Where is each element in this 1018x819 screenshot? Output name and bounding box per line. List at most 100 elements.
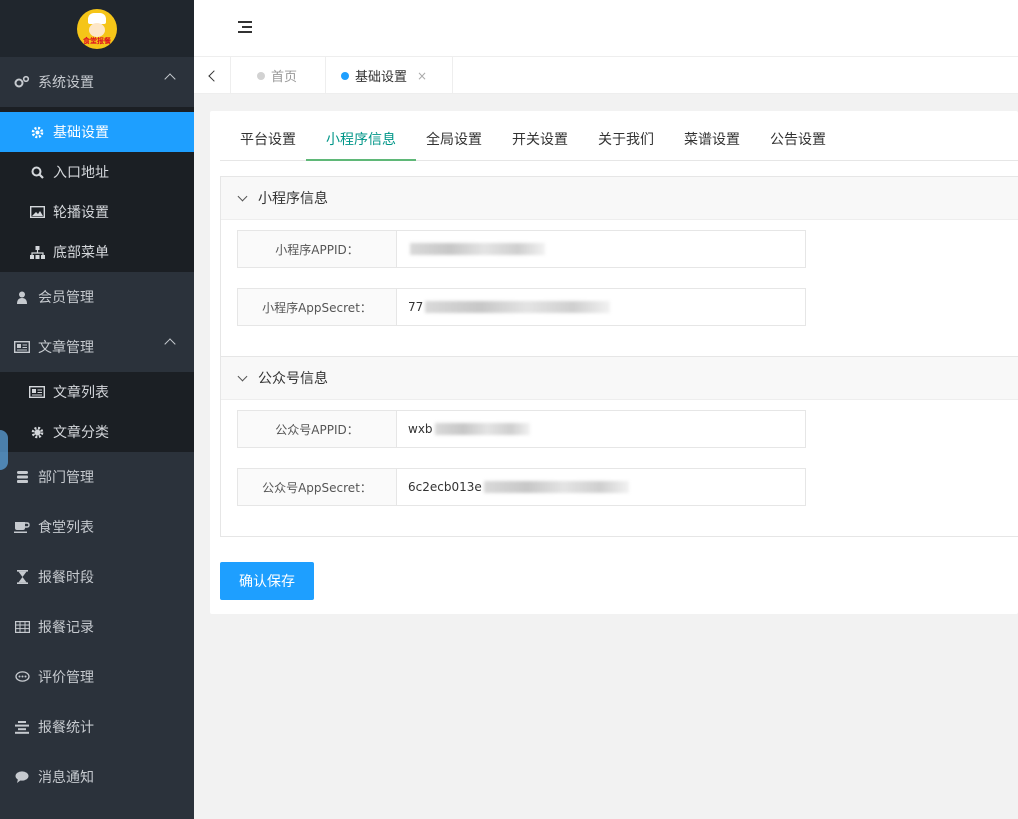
newspaper-icon	[14, 339, 30, 355]
input-value: 6c2ecb013e	[408, 480, 482, 494]
sidebar-item-article-management[interactable]: 文章管理	[0, 322, 194, 372]
sidebar-item-label: 食堂列表	[38, 520, 94, 536]
logo-area: 食堂报餐	[0, 0, 194, 57]
sidebar-item-label: 评价管理	[38, 670, 94, 686]
miniprogram-secret-input[interactable]: 77	[397, 288, 806, 326]
sidebar-item-entry-address[interactable]: 入口地址	[0, 152, 194, 192]
coffee-icon	[14, 519, 30, 535]
sidebar-item-member-management[interactable]: 会员管理	[0, 272, 194, 322]
settings-card: 平台设置 小程序信息 全局设置 开关设置 关于我们 菜谱设置 公告设置 小程序信…	[210, 111, 1018, 614]
sidebar-item-label: 入口地址	[53, 165, 109, 181]
tab-platform-settings[interactable]: 平台设置	[220, 121, 316, 161]
redacted-mask	[410, 243, 545, 255]
tab-notice-settings[interactable]: 公告设置	[750, 121, 846, 161]
sidebar-item-label: 报餐时段	[38, 570, 94, 586]
sidebar-item-meal-statistics[interactable]: 报餐统计	[0, 702, 194, 752]
sidebar-item-label: 消息通知	[38, 770, 94, 786]
tab-miniprogram-info[interactable]: 小程序信息	[306, 121, 416, 161]
top-header	[194, 0, 1018, 57]
sidebar-item-canteen-list[interactable]: 食堂列表	[0, 502, 194, 552]
sidebar-item-meal-records[interactable]: 报餐记录	[0, 602, 194, 652]
chevron-down-icon	[237, 191, 248, 201]
miniprogram-section-header[interactable]: 小程序信息	[221, 177, 1018, 220]
close-icon[interactable]: ×	[417, 69, 427, 83]
chef-face	[89, 22, 105, 37]
image-icon	[29, 204, 45, 220]
redacted-mask	[434, 423, 530, 435]
miniprogram-appid-label: 小程序APPID：	[237, 230, 397, 268]
confirm-save-button[interactable]: 确认保存	[220, 562, 314, 600]
tab-about-us[interactable]: 关于我们	[578, 121, 674, 161]
sidebar-item-basic-settings[interactable]: 基础设置	[0, 112, 194, 152]
tabs-prev-button[interactable]	[194, 57, 231, 94]
sidebar-item-meal-period[interactable]: 报餐时段	[0, 552, 194, 602]
official-secret-label: 公众号AppSecret：	[237, 468, 397, 506]
official-section-header[interactable]: 公众号信息	[221, 357, 1018, 400]
sidebar-item-label: 部门管理	[38, 470, 94, 486]
sidebar-item-label: 文章分类	[53, 425, 109, 441]
tab-global-settings[interactable]: 全局设置	[406, 121, 502, 161]
tab-menu-settings[interactable]: 菜谱设置	[664, 121, 760, 161]
chef-hat	[88, 12, 106, 24]
sidebar-item-bottom-menu[interactable]: 底部菜单	[0, 232, 194, 272]
chevron-up-icon	[164, 73, 176, 85]
table-icon	[14, 619, 30, 635]
official-appid-input[interactable]: wxb	[397, 410, 806, 448]
redacted-mask	[425, 301, 611, 313]
chevron-down-icon	[237, 371, 248, 381]
sidebar-item-label: 基础设置	[53, 125, 109, 141]
miniprogram-appid-input[interactable]	[397, 230, 806, 268]
sidebar-item-system-settings[interactable]: 系统设置	[0, 57, 194, 107]
miniprogram-section: 小程序信息 小程序APPID： 小程序AppSecret： 77	[220, 176, 1018, 356]
align-center-icon	[14, 719, 30, 735]
sidebar: 食堂报餐 系统设置 基础设置 入口地址 轮播设置 底部菜单 会员管理 文章管理 …	[0, 0, 194, 819]
official-secret-row: 公众号AppSecret： 6c2ecb013e	[237, 468, 806, 506]
sitemap-icon	[29, 244, 45, 260]
cog-icon	[29, 424, 45, 440]
sidebar-item-label: 报餐统计	[38, 720, 94, 736]
sidebar-item-notifications[interactable]: 消息通知	[0, 752, 194, 802]
comment-icon	[14, 769, 30, 785]
tab-switch-settings[interactable]: 开关设置	[492, 121, 588, 161]
official-appid-row: 公众号APPID： wxb	[237, 410, 806, 448]
database-icon	[14, 469, 30, 485]
sidebar-item-department-management[interactable]: 部门管理	[0, 452, 194, 502]
hourglass-icon	[14, 569, 30, 585]
user-icon	[14, 289, 30, 305]
sidebar-item-article-list[interactable]: 文章列表	[0, 372, 194, 412]
miniprogram-secret-label: 小程序AppSecret：	[237, 288, 397, 326]
official-account-section: 公众号信息 公众号APPID： wxb 公众号AppSecret： 6c2ecb…	[220, 356, 1018, 537]
submenu-article-management: 文章列表 文章分类	[0, 372, 194, 452]
tab-dot-icon	[257, 71, 265, 80]
sidebar-item-review-management[interactable]: 评价管理	[0, 652, 194, 702]
section-title: 小程序信息	[258, 191, 328, 207]
sidebar-item-label: 文章列表	[53, 385, 109, 401]
sidebar-item-carousel-settings[interactable]: 轮播设置	[0, 192, 194, 232]
sidebar-item-label: 报餐记录	[38, 620, 94, 636]
tab-basic-settings[interactable]: 基础设置 ×	[326, 57, 453, 94]
sidebar-item-label: 轮播设置	[53, 205, 109, 221]
side-float-widget[interactable]	[0, 430, 8, 470]
newspaper-icon	[29, 384, 45, 400]
gears-icon	[14, 74, 30, 90]
settings-tabs: 平台设置 小程序信息 全局设置 开关设置 关于我们 菜谱设置 公告设置	[220, 121, 1018, 161]
menu-fold-icon[interactable]	[238, 21, 252, 33]
official-secret-input[interactable]: 6c2ecb013e	[397, 468, 806, 506]
input-value: wxb	[408, 422, 433, 436]
search-icon	[29, 164, 45, 180]
sidebar-item-article-category[interactable]: 文章分类	[0, 412, 194, 452]
logo[interactable]: 食堂报餐	[77, 8, 117, 49]
comment-dots-icon	[14, 669, 30, 685]
tab-home[interactable]: 首页	[231, 57, 326, 94]
sidebar-item-label: 底部菜单	[53, 245, 109, 261]
input-value: 77	[408, 300, 424, 314]
official-appid-label: 公众号APPID：	[237, 410, 397, 448]
logo-text: 食堂报餐	[83, 36, 111, 45]
gear-icon	[29, 124, 45, 140]
submenu-system-settings: 基础设置 入口地址 轮播设置 底部菜单	[0, 107, 194, 272]
tab-label: 基础设置	[355, 70, 408, 85]
chevron-left-icon	[208, 69, 220, 82]
redacted-mask	[483, 481, 629, 493]
sidebar-item-label: 文章管理	[38, 340, 94, 356]
miniprogram-secret-row: 小程序AppSecret： 77	[237, 288, 806, 326]
